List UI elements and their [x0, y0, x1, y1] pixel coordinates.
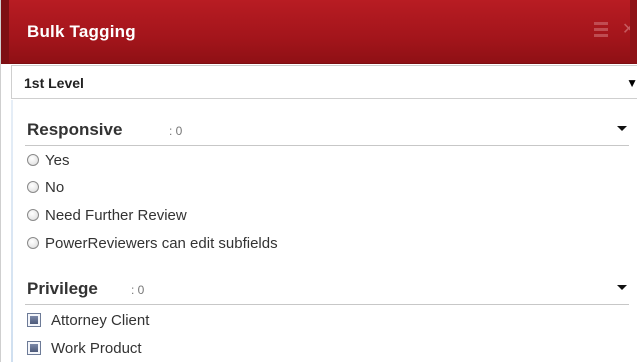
option-label: Need Further Review: [45, 206, 187, 224]
checkbox[interactable]: [27, 313, 41, 327]
option-label: No: [45, 178, 65, 196]
checkbox-option-work-product[interactable]: Work Product: [27, 338, 142, 358]
section-header-privilege: Privilege : 0: [25, 279, 629, 305]
dropdown-arrow-icon[interactable]: ▼: [626, 76, 637, 90]
option-label: Yes: [45, 151, 70, 169]
radio-button[interactable]: [27, 209, 39, 221]
panel-title: Bulk Tagging: [27, 22, 136, 41]
section-header-responsive: Responsive : 0: [25, 120, 629, 146]
checkbox[interactable]: [27, 341, 41, 355]
chevron-down-icon[interactable]: [617, 285, 627, 290]
chevron-down-icon[interactable]: [617, 126, 627, 131]
radio-option-need-further-review[interactable]: Need Further Review: [27, 205, 187, 225]
radio-option-no[interactable]: No: [27, 177, 64, 197]
section-title-responsive: Responsive: [27, 120, 123, 139]
section-count-privilege: : 0: [131, 283, 145, 297]
hamburger-menu-icon[interactable]: [594, 22, 608, 38]
section-title-privilege: Privilege: [27, 279, 98, 298]
section-count-responsive: : 0: [169, 124, 183, 138]
left-accent-bar: [11, 100, 13, 362]
radio-option-yes[interactable]: Yes: [27, 150, 69, 170]
level-dropdown[interactable]: 1st Level ▼: [11, 65, 637, 99]
radio-button[interactable]: [27, 154, 39, 166]
option-label: PowerReviewers can edit subfields: [45, 234, 278, 252]
bulk-tagging-panel: Bulk Tagging ✕ 1st Level ▼ Responsive : …: [0, 0, 637, 362]
checkbox-option-attorney-client[interactable]: Attorney Client: [27, 310, 149, 330]
option-label: Work Product: [51, 339, 142, 357]
level-dropdown-value: 1st Level: [24, 75, 84, 91]
close-icon[interactable]: ✕: [622, 22, 630, 38]
radio-button[interactable]: [27, 181, 39, 193]
option-label: Attorney Client: [51, 311, 150, 329]
radio-button[interactable]: [27, 237, 39, 249]
panel-header: Bulk Tagging ✕: [1, 0, 637, 64]
radio-option-powerreviewers[interactable]: PowerReviewers can edit subfields: [27, 233, 278, 253]
